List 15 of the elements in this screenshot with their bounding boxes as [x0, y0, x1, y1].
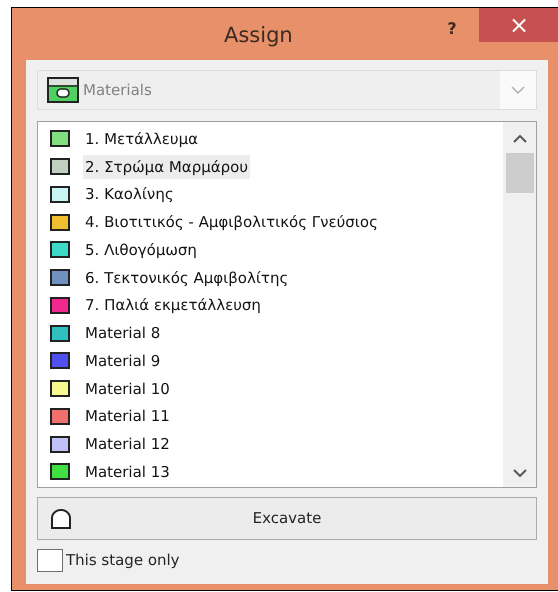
- checkbox-label: This stage only: [66, 550, 180, 572]
- excavate-button[interactable]: Excavate: [37, 497, 537, 540]
- help-button[interactable]: ?: [427, 12, 477, 46]
- tunnel-icon: [50, 509, 72, 529]
- chevron-down-icon: [511, 86, 525, 94]
- scroll-up-icon[interactable]: [512, 135, 526, 143]
- list-item[interactable]: 2. Στρώμα Μαρμάρου: [83, 154, 250, 179]
- scrollbar[interactable]: [503, 122, 536, 487]
- dropdown-value: Materials: [83, 80, 153, 101]
- checkbox[interactable]: [37, 549, 63, 572]
- close-button[interactable]: ×: [479, 8, 558, 42]
- material-icon: [47, 77, 79, 103]
- scroll-thumb[interactable]: [506, 153, 534, 193]
- window-title: Assign: [224, 22, 293, 49]
- scroll-down-icon[interactable]: [512, 469, 526, 477]
